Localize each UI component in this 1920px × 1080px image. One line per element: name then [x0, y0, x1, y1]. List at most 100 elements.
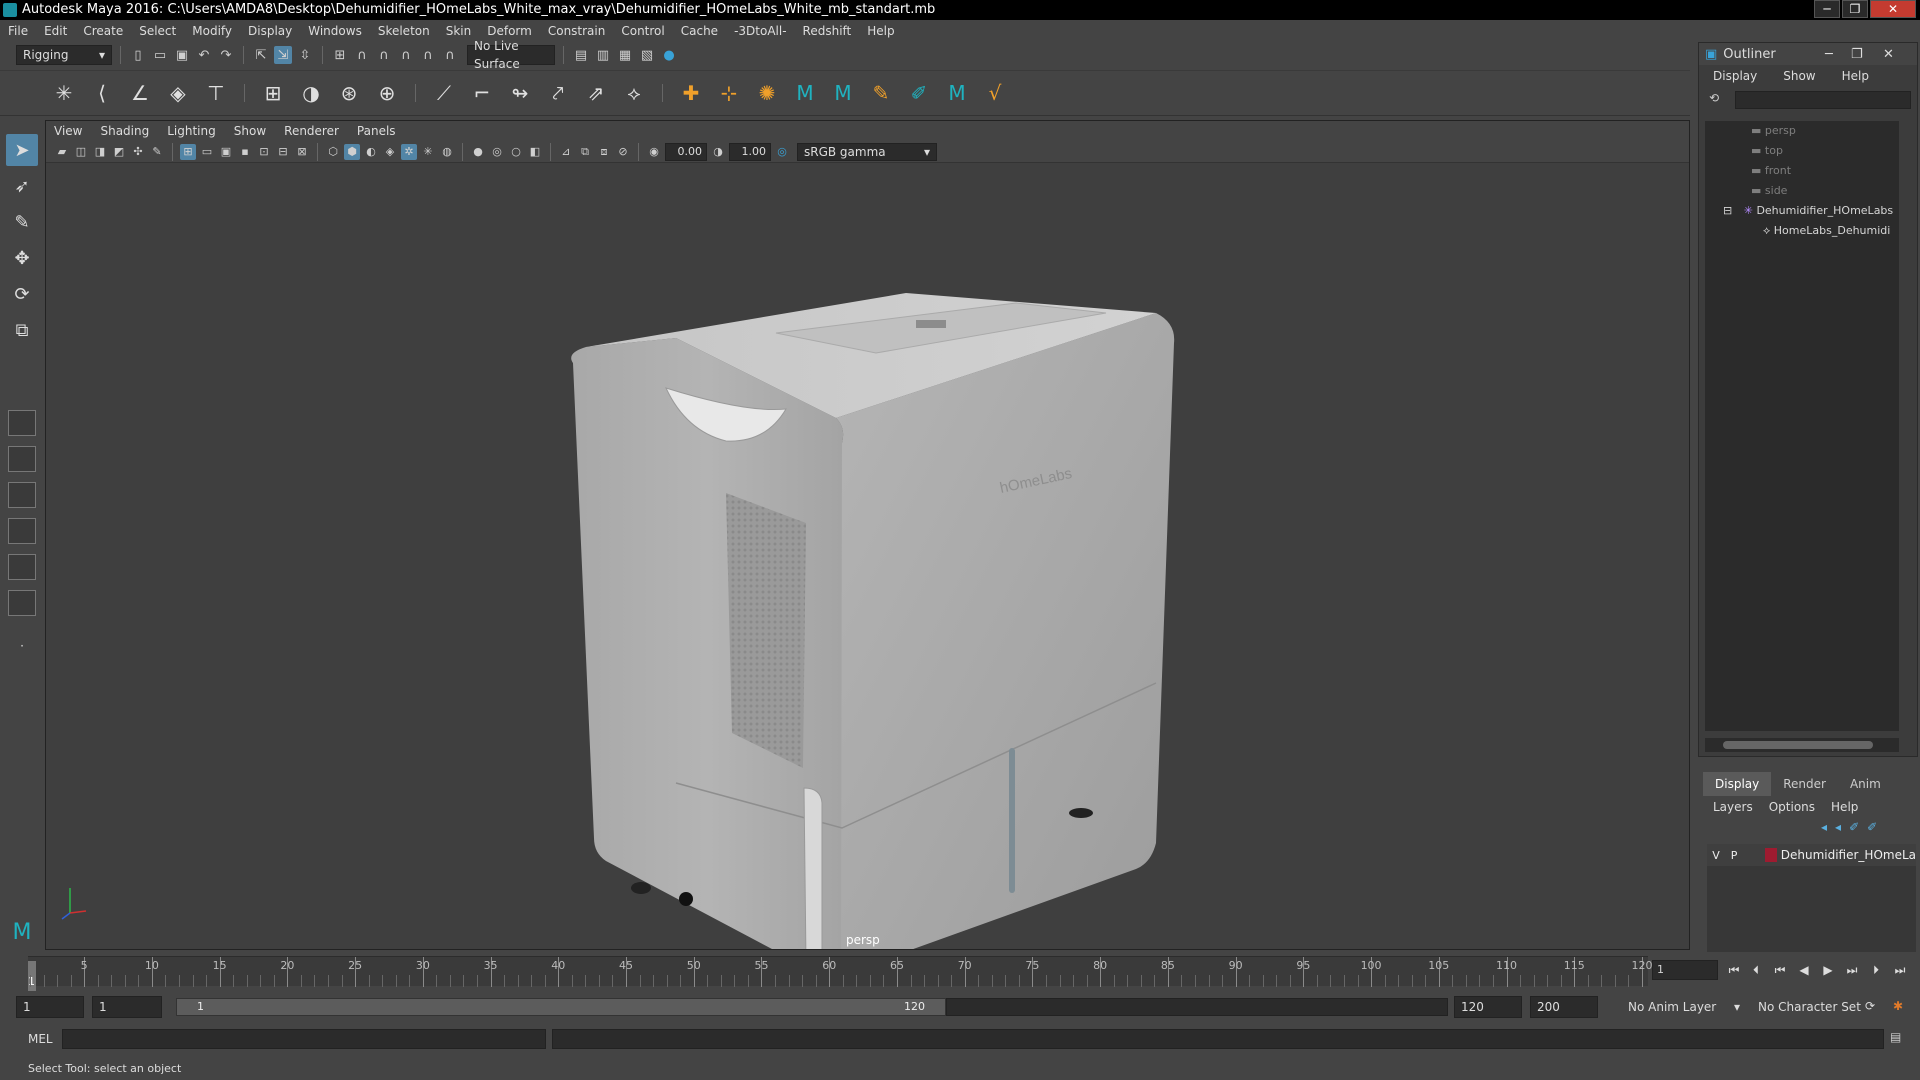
snap-surface-icon[interactable]: ∩	[419, 46, 437, 64]
brush-icon[interactable]: ✐	[905, 79, 933, 107]
auto-key-icon[interactable]: ⟳	[1860, 996, 1880, 1016]
orient-constraint-icon[interactable]: ⤤	[544, 79, 572, 107]
grid-icon[interactable]: ⊞	[180, 143, 196, 160]
xray-components-icon[interactable]: ⊘	[615, 144, 631, 160]
minimize-panel-icon[interactable]: ─	[1825, 47, 1833, 62]
gamma-icon[interactable]: ◑	[710, 144, 726, 160]
snap-live-icon[interactable]: ∩	[441, 46, 459, 64]
cluster-icon[interactable]: ◑	[297, 79, 325, 107]
outliner-item-side[interactable]: ▬ side	[1705, 181, 1899, 201]
minimize-button[interactable]: ─	[1814, 0, 1840, 18]
menuset-dropdown[interactable]: Rigging ▾	[16, 45, 112, 65]
undo-icon[interactable]: ↶	[195, 46, 213, 64]
script-mode-label[interactable]: MEL	[28, 1032, 53, 1046]
viewport-menu-panels[interactable]: Panels	[357, 124, 396, 138]
animation-prefs-icon[interactable]: ✱	[1888, 996, 1908, 1016]
persp-graph-layout-icon[interactable]	[8, 554, 36, 580]
outliner-item-dehumidifier-group[interactable]: ⊟ ✳ Dehumidifier_HOmeLabs	[1705, 201, 1899, 221]
safe-title-icon[interactable]: ⊠	[294, 144, 310, 160]
new-scene-icon[interactable]: ▯	[129, 46, 147, 64]
menu-control[interactable]: Control	[621, 24, 664, 38]
snap-grid-icon[interactable]: ⊞	[331, 46, 349, 64]
outliner-menu-display[interactable]: Display	[1713, 69, 1757, 83]
use-all-lights-icon[interactable]: ✲	[401, 143, 417, 160]
viewport-menu-lighting[interactable]: Lighting	[167, 124, 216, 138]
outliner-item-persp[interactable]: ▬ persp	[1705, 121, 1899, 141]
smooth-shade-icon[interactable]: ⬢	[344, 143, 360, 160]
select-hierarchy-icon[interactable]: ⇱	[252, 46, 270, 64]
xray-joints-icon[interactable]: ⧉	[577, 144, 593, 160]
hypershade-layout-icon[interactable]	[8, 590, 36, 616]
range-track[interactable]	[946, 998, 1448, 1016]
outliner-item-top[interactable]: ▬ top	[1705, 141, 1899, 161]
menu-redshift[interactable]: Redshift	[803, 24, 852, 38]
close-panel-icon[interactable]: ✕	[1883, 47, 1894, 62]
scrollbar-thumb[interactable]	[1723, 741, 1873, 749]
layer-color-swatch[interactable]	[1765, 848, 1777, 862]
point-constraint-icon[interactable]: ↬	[506, 79, 534, 107]
new-layer-selected-icon[interactable]: ✐	[1867, 820, 1877, 834]
more-layouts-icon[interactable]: ·	[6, 630, 38, 662]
textured-icon[interactable]: ◈	[382, 144, 398, 160]
menu-help[interactable]: Help	[867, 24, 894, 38]
maximize-panel-icon[interactable]: ❐	[1851, 47, 1863, 62]
pole-vector-icon[interactable]: ⊹	[715, 79, 743, 107]
save-scene-icon[interactable]: ▣	[173, 46, 191, 64]
xray-active-icon[interactable]: ⧈	[596, 144, 612, 160]
snap-point-icon[interactable]: ∩	[375, 46, 393, 64]
maya-script-icon[interactable]: M	[791, 79, 819, 107]
scale-constraint-icon[interactable]: ⇗	[582, 79, 610, 107]
time-ruler[interactable]: 1 5 10 15 20 25 30 35 40 45 50 55 60 65 70 75 80 85 90 95 1…	[28, 956, 1653, 991]
paint-weights-icon[interactable]: ✎	[867, 79, 895, 107]
render-frame-icon[interactable]: ▥	[594, 46, 612, 64]
command-input[interactable]	[62, 1029, 546, 1049]
menu-display[interactable]: Display	[248, 24, 292, 38]
four-view-layout-icon[interactable]	[8, 446, 36, 472]
orient-joint-icon[interactable]: ⊤	[202, 79, 230, 107]
sculpt-icon[interactable]: ⊕	[373, 79, 401, 107]
grease-pencil-icon[interactable]: ✎	[149, 144, 165, 160]
move-tool-icon[interactable]: ✥	[6, 242, 38, 274]
ik-handle-icon[interactable]: ⟨	[88, 79, 116, 107]
joint-tool-icon[interactable]: ✳	[50, 79, 78, 107]
2d-pan-icon[interactable]: ✣	[130, 144, 146, 160]
hypershade-icon[interactable]: ●	[660, 46, 678, 64]
ipr-render-icon[interactable]: ▦	[616, 46, 634, 64]
collapse-icon[interactable]: ⊟	[1723, 204, 1732, 217]
playback-start-field[interactable]: 1	[92, 996, 162, 1018]
outliner-item-front[interactable]: ▬ front	[1705, 161, 1899, 181]
redo-icon[interactable]: ↷	[217, 46, 235, 64]
step-forward-frame-icon[interactable]: ⏵	[1866, 960, 1886, 980]
outliner-search-input[interactable]	[1735, 91, 1911, 109]
viewport-menu-renderer[interactable]: Renderer	[284, 124, 339, 138]
outliner-menu-show[interactable]: Show	[1783, 69, 1815, 83]
single-view-layout-icon[interactable]	[8, 410, 36, 436]
viewport-menu-view[interactable]: View	[54, 124, 82, 138]
time-slider[interactable]: 1 5 10 15 20 25 30 35 40 45 50 55 60 65 70 75 80 85 90 95 1…	[0, 952, 1920, 991]
open-scene-icon[interactable]: ▭	[151, 46, 169, 64]
new-layer-icon[interactable]: ✐	[1849, 820, 1859, 834]
ik-spline-icon[interactable]: ∠	[126, 79, 154, 107]
animation-end-field[interactable]: 200	[1530, 996, 1598, 1018]
menu-create[interactable]: Create	[83, 24, 123, 38]
locator-icon[interactable]: ✚	[677, 79, 705, 107]
anim-layer-dropdown[interactable]: No Anim Layer ▾	[1622, 996, 1746, 1018]
layer-menu-options[interactable]: Options	[1769, 800, 1815, 814]
film-gate-icon[interactable]: ▭	[199, 144, 215, 160]
shadows-icon[interactable]: ✳	[420, 144, 436, 160]
menu-skeleton[interactable]: Skeleton	[378, 24, 430, 38]
menu-cache[interactable]: Cache	[681, 24, 718, 38]
outliner-menu-help[interactable]: Help	[1842, 69, 1869, 83]
bookmark-icon[interactable]: ◨	[92, 144, 108, 160]
animation-start-field[interactable]: 1	[16, 996, 84, 1018]
character-set-dropdown[interactable]: No Character Set	[1752, 996, 1872, 1018]
wireframe-on-shaded-icon[interactable]: ◐	[363, 144, 379, 160]
render-view-icon[interactable]: ▧	[638, 46, 656, 64]
camera-attributes-icon[interactable]: ◫	[73, 144, 89, 160]
viewport-menu-show[interactable]: Show	[234, 124, 266, 138]
exposure-field[interactable]: 0.00	[665, 142, 707, 161]
menu-windows[interactable]: Windows	[308, 24, 362, 38]
snap-curve-icon[interactable]: ∩	[353, 46, 371, 64]
gamma-field[interactable]: 1.00	[729, 142, 771, 161]
depth-of-field-icon[interactable]: ○	[508, 144, 524, 160]
